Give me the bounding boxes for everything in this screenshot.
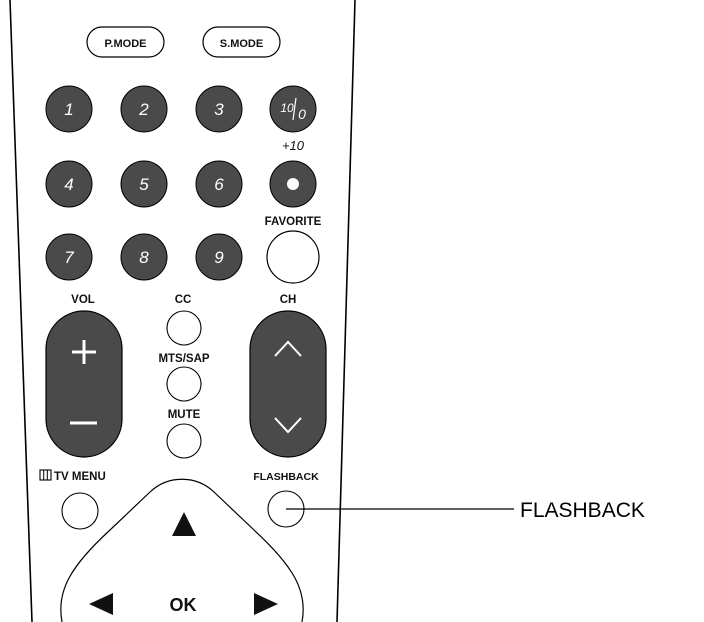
- p-mode-label: P.MODE: [105, 38, 147, 50]
- p-mode-button[interactable]: P.MODE: [86, 26, 165, 58]
- digit-9-label: 9: [214, 248, 224, 267]
- zero-label: 0: [298, 106, 306, 122]
- plus-ten-label: +10: [282, 138, 305, 153]
- ch-label: CH: [280, 294, 297, 306]
- digit-8-label: 8: [139, 248, 149, 267]
- mute-button[interactable]: [166, 423, 202, 459]
- ch-rocker[interactable]: [249, 310, 327, 458]
- dot-icon: [287, 178, 299, 190]
- s-mode-button[interactable]: S.MODE: [202, 26, 281, 58]
- s-mode-label: S.MODE: [220, 38, 263, 50]
- mts-sap-button[interactable]: [166, 366, 202, 402]
- digit-3-label: 3: [214, 100, 224, 119]
- tv-menu-label: TV MENU: [54, 471, 106, 483]
- callout-label: FLASHBACK: [520, 499, 645, 522]
- remote-right-edge: [336, 0, 356, 622]
- favorite-label: FAVORITE: [265, 216, 322, 228]
- mts-sap-label: MTS/SAP: [158, 353, 209, 365]
- dot-button[interactable]: [269, 160, 317, 208]
- digit-3-button[interactable]: 3: [195, 85, 243, 133]
- tv-menu-button[interactable]: [61, 492, 99, 530]
- digit-6-label: 6: [214, 175, 224, 194]
- digit-2-button[interactable]: 2: [120, 85, 168, 133]
- ten-zero-button[interactable]: 10 0: [269, 85, 317, 133]
- flashback-label: FLASHBACK: [253, 471, 319, 483]
- digit-7-button[interactable]: 7: [45, 233, 93, 281]
- ten-label: 10: [280, 101, 294, 115]
- vol-rocker[interactable]: [45, 310, 123, 458]
- remote-left-edge: [9, 0, 33, 622]
- digit-5-label: 5: [139, 175, 149, 194]
- remote-diagram: P.MODE S.MODE 1 2 3 10 0 +10 4 5 6 7 8 9…: [9, 0, 645, 622]
- digit-7-label: 7: [64, 248, 74, 267]
- digit-1-button[interactable]: 1: [45, 85, 93, 133]
- cc-button[interactable]: [166, 310, 202, 346]
- digit-4-button[interactable]: 4: [45, 160, 93, 208]
- digit-2-label: 2: [138, 100, 149, 119]
- digit-5-button[interactable]: 5: [120, 160, 168, 208]
- favorite-button[interactable]: [266, 230, 320, 284]
- menu-icon: [39, 469, 52, 481]
- vol-label: VOL: [71, 294, 95, 306]
- digit-8-button[interactable]: 8: [120, 233, 168, 281]
- cc-label: CC: [175, 294, 192, 306]
- digit-9-button[interactable]: 9: [195, 233, 243, 281]
- digit-6-button[interactable]: 6: [195, 160, 243, 208]
- digit-1-label: 1: [64, 100, 73, 119]
- digit-4-label: 4: [64, 175, 73, 194]
- ok-button[interactable]: OK: [170, 595, 197, 615]
- mute-label: MUTE: [168, 409, 201, 421]
